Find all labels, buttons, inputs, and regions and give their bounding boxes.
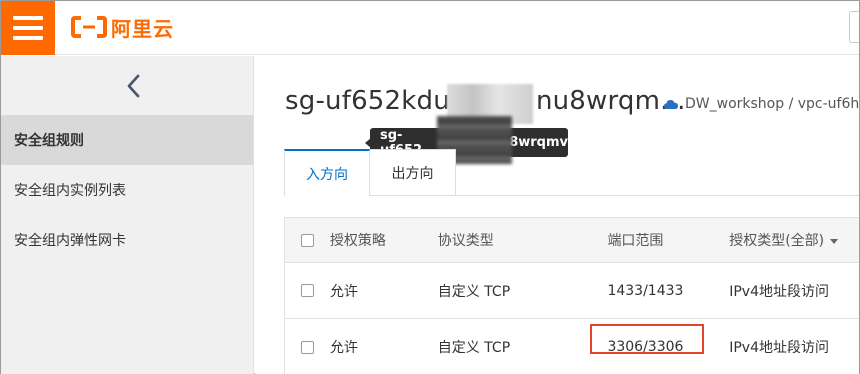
cell-protocol: 自定义 TCP [437, 283, 511, 300]
tab-inbound[interactable]: 入方向 [284, 149, 370, 196]
sidebar: 安全组规则 安全组内实例列表 安全组内弹性网卡 [1, 56, 254, 374]
breadcrumb-text: DW_workshop / vpc-uf6ha [685, 96, 860, 112]
tab-outbound[interactable]: 出方向 [370, 149, 456, 196]
column-header-auth-type-filter[interactable]: 授权类型(全部) [729, 230, 859, 250]
column-header-port: 端口范围 [607, 233, 664, 249]
sidebar-item-instance-list[interactable]: 安全组内实例列表 [1, 165, 253, 215]
row-checkbox-cell [285, 284, 330, 297]
select-all-checkbox[interactable] [300, 233, 314, 247]
page-title-prefix: sg-uf652kdu [285, 86, 450, 116]
cell-port: 3306/3306 [590, 324, 729, 355]
main-content: sg-uf652kdu nu8wrqm... DW_workshop / vpc-… [255, 56, 860, 374]
tab-label: 入方向 [306, 166, 348, 183]
table-header: 授权策略 协议类型 端口范围 授权类型(全部) [285, 218, 859, 263]
column-header-protocol: 协议类型 [437, 233, 494, 249]
hamburger-icon [13, 16, 43, 20]
header-checkbox-cell [285, 233, 330, 247]
sidebar-item-label: 安全组规则 [14, 133, 84, 149]
row-checkbox[interactable] [300, 340, 314, 354]
logo-text: 阿里云 [111, 16, 174, 41]
row-checkbox[interactable] [300, 284, 314, 297]
cell-protocol: 自定义 TCP [437, 340, 511, 356]
auth-type-filter-label: 授权类型(全部) [729, 233, 825, 249]
rules-table: 授权策略 协议类型 端口范围 授权类型(全部) 允许 自定义 TCP 1433/… [284, 217, 859, 374]
column-header-policy: 授权策略 [329, 233, 386, 249]
aliyun-logo[interactable]: 阿里云 [71, 11, 174, 43]
hamburger-icon-bar [13, 26, 43, 30]
top-right-control[interactable] [849, 11, 859, 43]
top-bar: 阿里云 [1, 1, 859, 55]
row-checkbox-cell [285, 340, 330, 354]
highlight-box [590, 324, 705, 354]
chevron-left-icon [127, 74, 140, 98]
cloud-icon [664, 100, 678, 109]
tab-label: 出方向 [391, 166, 434, 182]
aliyun-logo-icon [71, 16, 107, 38]
table-row: 允许 自定义 TCP 1433/1433 IPv4地址段访问 [285, 263, 859, 319]
cell-policy: 允许 [329, 283, 358, 300]
hamburger-icon-bar [13, 36, 43, 40]
hamburger-menu-button[interactable] [1, 1, 55, 55]
cell-port: 1433/1433 [607, 282, 684, 299]
direction-tabs: 入方向 出方向 [284, 149, 456, 196]
tabs-divider [370, 195, 859, 196]
sidebar-item-label: 安全组内弹性网卡 [14, 233, 126, 249]
collapse-sidebar-button[interactable] [119, 68, 149, 104]
cell-policy: 允许 [329, 340, 358, 356]
tooltip-text-suffix: 8wrqmv [509, 135, 568, 150]
cell-auth-type: IPv4地址段访问 [729, 283, 829, 300]
table-row: 允许 自定义 TCP 3306/3306 IPv4地址段访问 [285, 319, 859, 374]
sidebar-item-security-group-rules[interactable]: 安全组规则 [1, 115, 253, 165]
breadcrumb[interactable]: DW_workshop / vpc-uf6ha [663, 96, 860, 112]
sidebar-item-elastic-nic[interactable]: 安全组内弹性网卡 [1, 215, 253, 265]
caret-down-icon [830, 238, 839, 244]
sidebar-item-label: 安全组内实例列表 [14, 183, 126, 199]
cell-auth-type: IPv4地址段访问 [729, 340, 829, 356]
